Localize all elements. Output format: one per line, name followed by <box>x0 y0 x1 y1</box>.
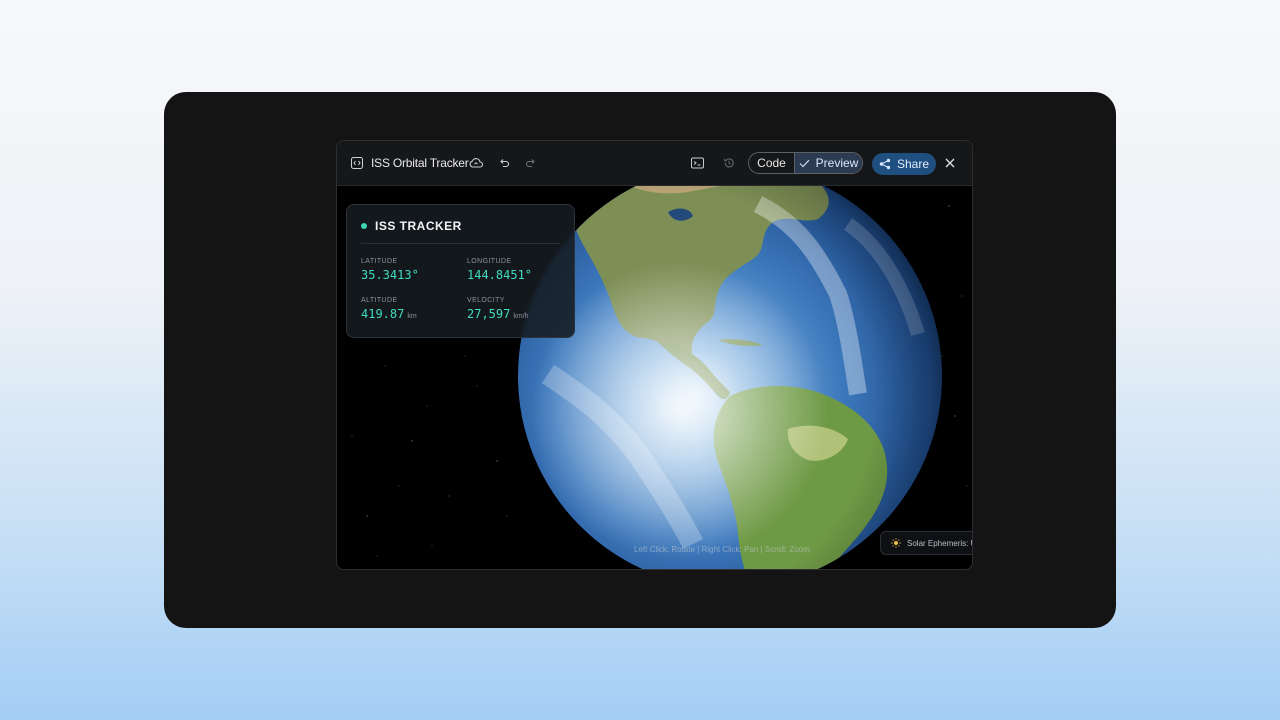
code-tab-label: Code <box>757 156 786 170</box>
app-title: ISS Orbital Tracker <box>351 154 469 172</box>
earth-globe[interactable] <box>518 186 942 570</box>
velocity-stat: VELOCITY 27,597 km/h <box>467 297 529 323</box>
close-button[interactable] <box>943 156 957 170</box>
live-status-dot <box>361 223 367 229</box>
longitude-value: 144.8451° <box>467 268 533 282</box>
share-icon <box>879 158 891 170</box>
redo-icon <box>525 159 535 168</box>
altitude-value: 419.87 <box>361 307 405 321</box>
iss-tracker-panel: ISS TRACKER LATITUDE 35.3413° LONGITUDE … <box>346 204 575 338</box>
latitude-label: LATITUDE <box>361 258 398 265</box>
panel-title: ISS TRACKER <box>375 219 462 233</box>
sun-icon <box>891 538 901 548</box>
undo-icon <box>500 159 510 168</box>
share-button[interactable]: Share <box>872 153 936 175</box>
code-icon <box>351 157 363 169</box>
toolbar: ISS Orbital Tracker Code Preview Share <box>337 141 972 186</box>
check-icon <box>799 159 810 167</box>
share-button-label: Share <box>896 157 930 171</box>
view-toggle: Code Preview <box>748 152 863 174</box>
code-tab[interactable]: Code <box>749 153 794 173</box>
solar-ephemeris-text: Solar Ephemeris: U <box>907 538 972 548</box>
velocity-label: VELOCITY <box>467 297 505 304</box>
latitude-stat: LATITUDE 35.3413° <box>361 258 419 284</box>
console-button[interactable] <box>690 156 704 170</box>
preview-window: ISS Orbital Tracker Code Preview Share I… <box>336 140 973 570</box>
cloud-save-button[interactable] <box>469 156 483 170</box>
history-button[interactable] <box>722 156 736 170</box>
redo-button[interactable] <box>524 156 538 170</box>
cloud-icon <box>469 158 483 168</box>
preview-tab-label: Preview <box>815 156 859 170</box>
altitude-label: ALTITUDE <box>361 297 398 304</box>
controls-hint: Left Click: Rotate | Right Click: Pan | … <box>634 545 810 554</box>
longitude-label: LONGITUDE <box>467 258 512 265</box>
solar-ephemeris-badge[interactable]: Solar Ephemeris: U <box>880 531 972 555</box>
panel-header: ISS TRACKER <box>361 219 462 233</box>
panel-divider <box>361 243 560 244</box>
app-title-text: ISS Orbital Tracker <box>371 156 469 170</box>
latitude-value: 35.3413° <box>361 268 419 282</box>
altitude-stat: ALTITUDE 419.87 km <box>361 297 417 323</box>
undo-button[interactable] <box>497 156 511 170</box>
velocity-value: 27,597 <box>467 307 511 321</box>
terminal-icon <box>690 157 704 169</box>
history-icon <box>724 158 734 168</box>
altitude-unit: km <box>407 313 417 320</box>
globe-viewport[interactable]: ISS TRACKER LATITUDE 35.3413° LONGITUDE … <box>337 186 972 570</box>
close-icon <box>945 158 955 168</box>
preview-tab[interactable]: Preview <box>794 153 862 173</box>
velocity-unit: km/h <box>513 313 529 320</box>
longitude-stat: LONGITUDE 144.8451° <box>467 258 532 284</box>
